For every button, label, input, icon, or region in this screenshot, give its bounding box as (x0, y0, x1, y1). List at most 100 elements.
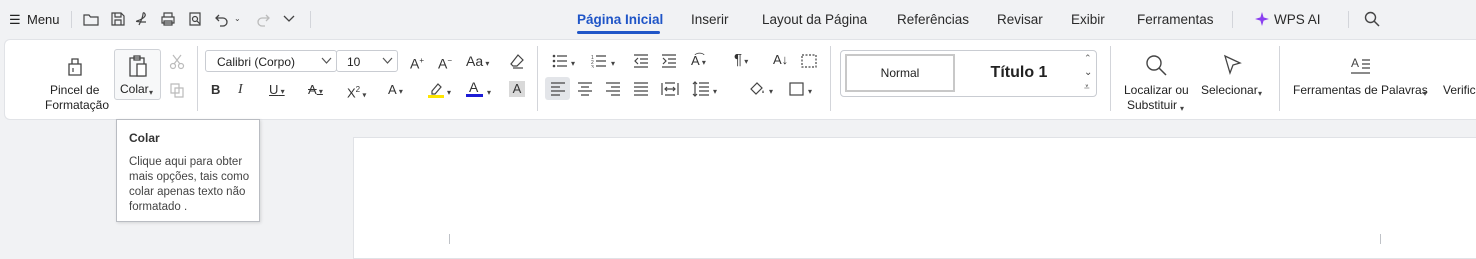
styles-gallery: Normal Título 1 ⌃ ⌄ ⩡ (840, 50, 1097, 97)
divider (537, 46, 538, 111)
shading-paint-bucket-icon[interactable] (748, 81, 766, 97)
export-pdf-icon[interactable] (135, 11, 151, 27)
style-normal[interactable]: Normal (845, 54, 955, 92)
print-icon[interactable] (160, 11, 176, 27)
bullet-list-dropdown-icon[interactable]: ▾ (571, 57, 575, 71)
word-tools-dropdown-icon[interactable]: ▾ (1423, 86, 1427, 101)
borders-dropdown-icon[interactable]: ▾ (808, 85, 812, 99)
divider (1232, 11, 1233, 28)
divider (1110, 46, 1111, 111)
menu-icon[interactable]: ☰ (9, 12, 21, 28)
style-titulo-1[interactable]: Título 1 (963, 54, 1075, 92)
font-color-dropdown-icon[interactable]: ▾ (487, 86, 491, 100)
document-page[interactable] (353, 137, 1476, 259)
tab-revisar[interactable]: Revisar (997, 12, 1043, 27)
underline-icon[interactable]: U ▾ (269, 83, 285, 99)
format-painter-icon (68, 58, 82, 76)
shading-dropdown-icon[interactable]: ▾ (769, 85, 773, 99)
decrease-font-size-icon[interactable]: A− (438, 54, 452, 71)
word-tools-icon: A (1351, 56, 1370, 74)
find-replace-label-line1[interactable]: Localizar ou (1124, 83, 1189, 98)
tab-exibir[interactable]: Exibir (1071, 12, 1105, 27)
select-label[interactable]: Selecionar (1201, 83, 1258, 98)
line-spacing-dropdown-icon[interactable]: ▾ (713, 85, 717, 99)
divider (1279, 46, 1280, 111)
highlight-color-icon[interactable] (427, 81, 445, 99)
tab-ferramentas[interactable]: Ferramentas (1137, 12, 1214, 27)
borders-icon[interactable] (789, 82, 804, 96)
find-replace-magnifier-icon (1146, 55, 1167, 76)
clear-formatting-eraser-icon[interactable] (509, 53, 525, 69)
paste-label[interactable]: Colar (120, 82, 149, 97)
font-color-icon[interactable]: A (469, 80, 478, 94)
chevron-down-icon (321, 57, 332, 64)
customize-toolbar-chevron-icon[interactable] (282, 13, 296, 25)
tab-layout-da-pagina[interactable]: Layout da Página (762, 12, 867, 27)
styles-more-icon[interactable]: ⩡ (1084, 82, 1090, 93)
undo-icon[interactable] (214, 11, 230, 27)
increase-font-size-icon[interactable]: A+ (410, 54, 424, 71)
tab-pagina-inicial[interactable]: Página Inicial (577, 12, 663, 27)
paste-tooltip: Colar Clique aqui para obter mais opções… (116, 119, 260, 222)
find-replace-dropdown-icon[interactable]: ▾ (1180, 101, 1184, 116)
italic-icon[interactable]: I (238, 83, 243, 97)
format-painter-label-line1[interactable]: Pincel de (50, 83, 99, 98)
numbered-list-dropdown-icon[interactable]: ▾ (611, 57, 615, 71)
strikethrough-icon[interactable]: A ▾ (308, 83, 323, 99)
divider (71, 11, 72, 28)
cut-icon[interactable] (169, 54, 185, 70)
styles-scroll-down-icon[interactable]: ⌄ (1084, 67, 1092, 78)
align-left-icon[interactable] (550, 82, 566, 96)
bullet-list-icon[interactable] (552, 54, 568, 68)
align-right-icon[interactable] (605, 82, 621, 96)
highlight-dropdown-icon[interactable]: ▾ (447, 86, 451, 100)
font-size-value: 10 (347, 55, 361, 69)
redo-icon[interactable] (255, 11, 271, 27)
verify-label[interactable]: Verific (1443, 83, 1476, 98)
numbered-list-icon[interactable]: 123 (591, 54, 607, 68)
select-dropdown-icon[interactable]: ▾ (1258, 86, 1262, 101)
show-formatting-marks-icon[interactable]: ¶ ▾ (734, 52, 748, 69)
font-family-value: Calibri (Corpo) (217, 55, 296, 69)
text-effects-icon[interactable]: A ▾ (388, 83, 403, 99)
bold-icon[interactable]: B (211, 83, 220, 97)
word-tools-label[interactable]: Ferramentas de Palavras (1293, 83, 1428, 98)
tooltip-title: Colar (129, 131, 160, 145)
styles-scroll-up-icon[interactable]: ⌃ (1084, 53, 1092, 64)
asian-layout-icon[interactable]: A͡ ▾ (691, 54, 706, 70)
tab-inserir[interactable]: Inserir (691, 12, 729, 27)
chevron-down-icon (382, 57, 393, 64)
undo-dropdown-icon[interactable]: ⌄ (234, 14, 241, 23)
title-bar: ☰ Menu ⌄ Página Inicial Inserir Layout d… (0, 0, 1476, 38)
copy-icon[interactable] (169, 82, 185, 98)
font-family-select[interactable]: Calibri (Corpo) (205, 50, 337, 72)
justify-icon[interactable] (633, 82, 649, 96)
divider (310, 11, 311, 28)
find-replace-label-line2[interactable]: Substituir (1127, 98, 1177, 113)
print-preview-icon[interactable] (187, 11, 203, 27)
open-folder-icon[interactable] (83, 11, 99, 27)
decrease-indent-icon[interactable] (633, 54, 649, 68)
line-spacing-icon[interactable] (692, 81, 710, 97)
tab-referencias[interactable]: Referências (897, 12, 969, 27)
save-icon[interactable] (110, 11, 126, 27)
divider (1348, 11, 1349, 28)
active-tab-indicator (577, 31, 660, 34)
character-shading-icon[interactable]: A (509, 81, 525, 97)
change-case-icon[interactable]: Aa ▾ (466, 54, 489, 71)
tooltip-body: Clique aqui para obter mais opções, tais… (129, 156, 250, 213)
menu-button[interactable]: Menu (27, 12, 60, 27)
paste-dropdown-icon[interactable]: ▾ (149, 85, 153, 100)
table-tools-icon[interactable] (801, 54, 817, 68)
wps-ai-sparkle-icon[interactable] (1254, 11, 1270, 27)
search-icon[interactable] (1364, 11, 1380, 27)
svg-text:A: A (1351, 56, 1359, 70)
tab-wps-ai[interactable]: WPS AI (1274, 12, 1321, 27)
superscript-icon[interactable]: X2 ▾ (347, 83, 366, 102)
align-center-icon[interactable] (577, 82, 593, 96)
distributed-align-icon[interactable] (661, 82, 679, 96)
format-painter-label-line2[interactable]: Formatação (45, 98, 109, 113)
sort-icon[interactable]: A↓ (773, 53, 788, 67)
font-size-select[interactable]: 10 (336, 50, 398, 72)
increase-indent-icon[interactable] (661, 54, 677, 68)
